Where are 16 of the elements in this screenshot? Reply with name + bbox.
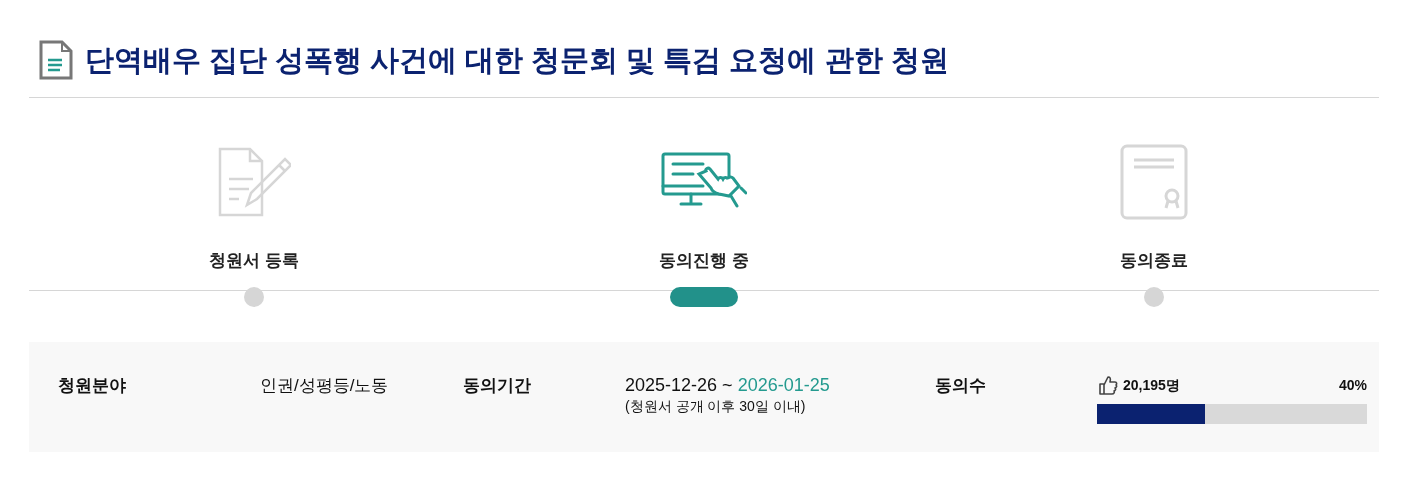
step-label: 동의종료 bbox=[1120, 250, 1188, 272]
field-value: 2025-12-26 ~ 2026-01-25 bbox=[625, 374, 831, 397]
agree-count: 20,195명 bbox=[1123, 375, 1180, 395]
certificate-icon bbox=[1120, 144, 1188, 220]
agree-percent: 40% bbox=[1338, 375, 1367, 395]
field-value: 인권/성평등/노동 bbox=[260, 375, 390, 397]
field-label: 동의기간 bbox=[463, 375, 532, 397]
step-label: 동의진행 중 bbox=[659, 250, 749, 272]
field-label: 청원분야 bbox=[58, 375, 127, 397]
document-pen-icon bbox=[217, 147, 291, 217]
thumbs-up-icon bbox=[1097, 374, 1119, 396]
step-label: 청원서 등록 bbox=[209, 250, 299, 272]
period-note: (청원서 공개 이후 30일 이내) bbox=[625, 397, 807, 415]
page-title: 단역배우 집단 성폭행 사건에 대한 청문회 및 특검 요청에 관한 청원 bbox=[85, 43, 949, 78]
field-label: 동의수 bbox=[935, 375, 987, 397]
document-icon bbox=[39, 40, 73, 80]
